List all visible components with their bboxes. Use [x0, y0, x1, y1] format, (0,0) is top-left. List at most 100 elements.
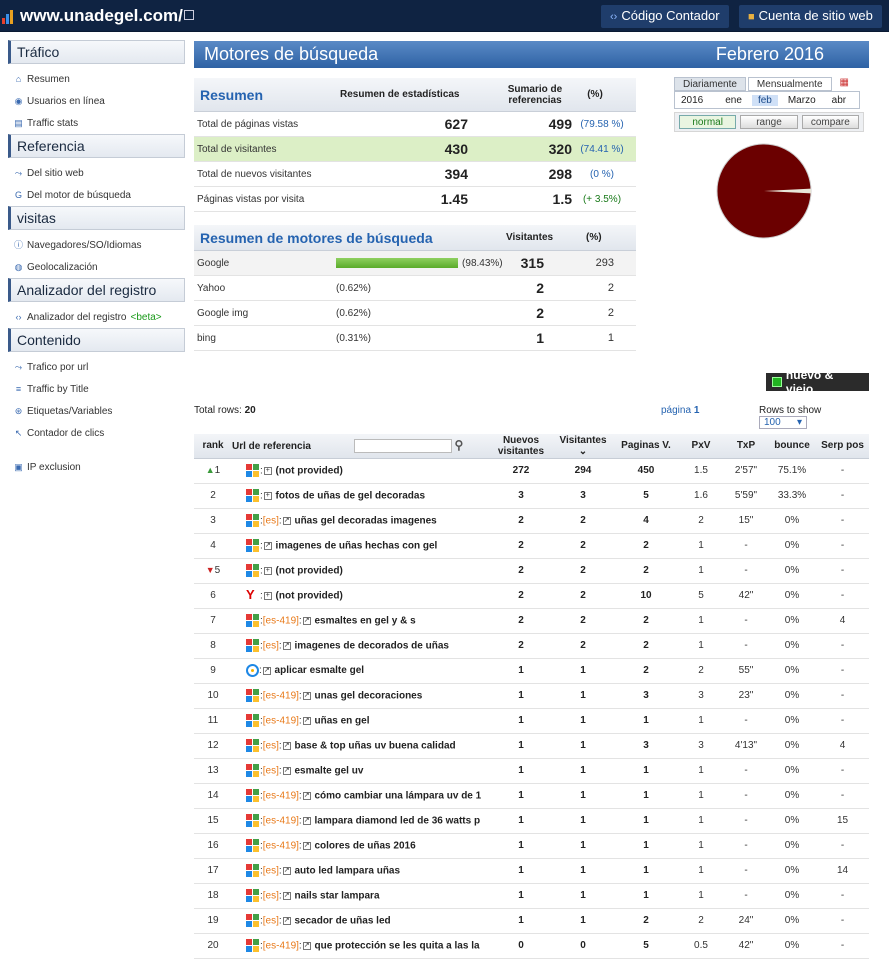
- mode-normal-button[interactable]: normal: [679, 115, 737, 129]
- referrer-text[interactable]: uñas en gel: [312, 715, 369, 726]
- table-row[interactable]: 10:[es-419]: ↗ unas gel decoraciones 1 1 3 3 2…: [194, 683, 869, 709]
- expand-icon[interactable]: +: [263, 466, 272, 475]
- new-old-toggle-button[interactable]: nuevo & viejo: [766, 368, 869, 396]
- link-out-icon[interactable]: ↗: [302, 841, 311, 850]
- link-out-icon[interactable]: ↗: [263, 541, 272, 550]
- account-button[interactable]: ■ Cuenta de sitio web: [739, 5, 882, 28]
- referrer-text[interactable]: cómo cambiar una lámpara uv de 1: [312, 790, 481, 801]
- link-out-icon[interactable]: ↗: [282, 891, 291, 900]
- referrer-text[interactable]: imagenes de decorados de uñas: [292, 640, 449, 651]
- table-row[interactable]: 14:[es-419]: ↗ cómo cambiar una lámpara u…: [194, 783, 869, 809]
- table-row[interactable]: 15:[es-419]: ↗ lampara diamond led de 36 …: [194, 808, 869, 834]
- tab-monthly[interactable]: Mensualmente: [747, 77, 832, 91]
- table-row[interactable]: 6 Y: + (not provided) 2 2 10 5 42" 0% -: [194, 583, 869, 609]
- engine-name[interactable]: Google img: [194, 308, 336, 319]
- engine-name[interactable]: bing: [194, 333, 336, 344]
- table-row[interactable]: 16:[es-419]: ↗ colores de uñas 2016 1 1 1 1-0…: [194, 833, 869, 859]
- referrer-text[interactable]: imagenes de uñas hechas con gel: [273, 540, 438, 551]
- col-url-label[interactable]: Url de referencia: [232, 441, 311, 452]
- col-pages[interactable]: Paginas V.: [614, 434, 678, 459]
- table-row[interactable]: 4: ↗ imagenes de uñas hechas con gel 2 2 2 1-…: [194, 533, 869, 559]
- sidebar-item[interactable]: ⤳ Del sitio web: [8, 162, 185, 184]
- mode-range-button[interactable]: range: [740, 115, 798, 129]
- calendar-icon[interactable]: ▦: [840, 77, 849, 91]
- link-out-icon[interactable]: ↗: [262, 666, 271, 675]
- sidebar-item[interactable]: ⤳ Trafico por url: [8, 356, 185, 378]
- referrer-text[interactable]: nails star lampara: [292, 890, 379, 901]
- month-abr[interactable]: abr: [826, 95, 852, 106]
- link-out-icon[interactable]: ↗: [302, 716, 311, 725]
- expand-icon[interactable]: +: [263, 491, 272, 500]
- table-row[interactable]: 7:[es-419]: ↗ esmaltes en gel y & s2221-0…: [194, 608, 869, 634]
- sidebar-item[interactable]: ⊛ Etiquetas/Variables: [8, 400, 185, 422]
- sidebar-item[interactable]: ≡ Traffic by Title: [8, 378, 185, 400]
- expand-icon[interactable]: +: [263, 591, 272, 600]
- pagination[interactable]: página 1: [661, 405, 699, 416]
- link-out-icon[interactable]: ↗: [302, 816, 311, 825]
- table-row[interactable]: 12:[es]: ↗ base & top uñas uv buena calid…: [194, 733, 869, 759]
- referrer-text[interactable]: lampara diamond led de 36 watts p: [312, 815, 480, 826]
- month-feb[interactable]: feb: [751, 94, 778, 106]
- referrer-text[interactable]: (not provided): [273, 465, 343, 476]
- referrer-text[interactable]: (not provided): [273, 590, 343, 601]
- link-out-icon[interactable]: ↗: [282, 916, 291, 925]
- referrer-text[interactable]: auto led lampara uñas: [292, 865, 400, 876]
- engine-name[interactable]: Google: [194, 258, 336, 269]
- table-row[interactable]: 18:[es]: ↗ nails star lampara 1 1 1 1-0% -: [194, 883, 869, 909]
- table-row[interactable]: 17:[es]: ↗ auto led lampara uñas 1 1 1 1-0% 14: [194, 858, 869, 884]
- sidebar-item[interactable]: ↖ Contador de clics: [8, 422, 185, 444]
- referrer-text[interactable]: base & top uñas uv buena calidad: [292, 740, 455, 751]
- col-rank[interactable]: rank: [194, 434, 232, 459]
- sidebar-item[interactable]: ▣ IP exclusion: [8, 456, 185, 478]
- sidebar-item[interactable]: ▤ Traffic stats: [8, 112, 185, 134]
- table-row[interactable]: 9: ↗ aplicar esmalte gel 1 1 2 2 55" 0% -: [194, 658, 869, 684]
- referrer-text[interactable]: aplicar esmalte gel: [272, 665, 365, 676]
- referrer-text[interactable]: que protección se les quita a las la: [312, 940, 479, 951]
- table-row[interactable]: 11:[es-419]: ↗ uñas en gel 1 1 1 1-0% -: [194, 708, 869, 734]
- sidebar-item[interactable]: ‹› Analizador del registro <beta>: [8, 306, 185, 328]
- sidebar-item[interactable]: ⌂ Resumen: [8, 68, 185, 90]
- referrer-text[interactable]: colores de uñas 2016: [312, 840, 415, 851]
- expand-icon[interactable]: +: [263, 566, 272, 575]
- month-ene[interactable]: ene: [719, 95, 748, 106]
- referrer-text[interactable]: fotos de uñas de gel decoradas: [273, 490, 426, 501]
- table-row[interactable]: 20:[es-419]: ↗ que protección se les quit…: [194, 933, 869, 959]
- sidebar-item[interactable]: ◍ Geolocalización: [8, 256, 185, 278]
- col-bounce[interactable]: bounce: [768, 434, 816, 459]
- table-row[interactable]: 19:[es]: ↗ secador de uñas led 1 1 2 2 24" 0% -: [194, 908, 869, 934]
- sidebar-item[interactable]: G Del motor de búsqueda: [8, 184, 185, 206]
- sidebar-item[interactable]: ⓘ Navegadores/SO/Idiomas: [8, 234, 185, 256]
- referrer-text[interactable]: (not provided): [273, 565, 343, 576]
- search-icon[interactable]: ⚲: [455, 438, 464, 452]
- link-out-icon[interactable]: ↗: [302, 791, 311, 800]
- table-row[interactable]: 2: + fotos de uñas de gel decoradas 3 3 5 1.6…: [194, 483, 869, 509]
- month-Marzo[interactable]: Marzo: [782, 95, 822, 106]
- link-out-icon[interactable]: ↗: [302, 691, 311, 700]
- referrer-text[interactable]: secador de uñas led: [292, 915, 390, 926]
- rows-select[interactable]: 100 ▾: [759, 416, 807, 429]
- link-out-icon[interactable]: ↗: [282, 866, 291, 875]
- table-row[interactable]: 3:[es]: ↗ uñas gel decoradas imagenes 2 2 4 2…: [194, 508, 869, 534]
- col-pxv[interactable]: PxV: [678, 434, 724, 459]
- table-row[interactable]: 8:[es]: ↗ imagenes de decorados de uñas 2 2…: [194, 633, 869, 659]
- referrer-text[interactable]: unas gel decoraciones: [312, 690, 422, 701]
- referrer-text[interactable]: esmaltes en gel y & s: [312, 615, 415, 626]
- site-title[interactable]: www.unadegel.com/: [20, 6, 183, 26]
- link-out-icon[interactable]: ↗: [302, 616, 311, 625]
- table-row[interactable]: 13:[es]: ↗ esmalte gel uv 1 1 1 1-0% -: [194, 758, 869, 784]
- link-out-icon[interactable]: ↗: [302, 941, 311, 950]
- mode-compare-button[interactable]: compare: [801, 115, 859, 129]
- sidebar-item[interactable]: ◉ Usuarios en línea: [8, 90, 185, 112]
- table-row[interactable]: ▼5: + (not provided) 2 2 2 1-0% -: [194, 558, 869, 584]
- link-out-icon[interactable]: ↗: [282, 741, 291, 750]
- engine-name[interactable]: Yahoo: [194, 283, 336, 294]
- col-visitors[interactable]: Visitantes ⌄: [552, 434, 614, 459]
- table-row[interactable]: ▲1: + (not provided) 272 294 450 1.5 2'57" 75.1…: [194, 458, 869, 484]
- col-new[interactable]: Nuevos visitantes: [490, 434, 552, 459]
- link-out-icon[interactable]: ↗: [282, 766, 291, 775]
- referrer-text[interactable]: uñas gel decoradas imagenes: [292, 515, 436, 526]
- referrer-text[interactable]: esmalte gel uv: [292, 765, 363, 776]
- col-txp[interactable]: TxP: [724, 434, 768, 459]
- col-serp[interactable]: Serp pos: [816, 434, 869, 459]
- external-link-icon[interactable]: [184, 10, 194, 20]
